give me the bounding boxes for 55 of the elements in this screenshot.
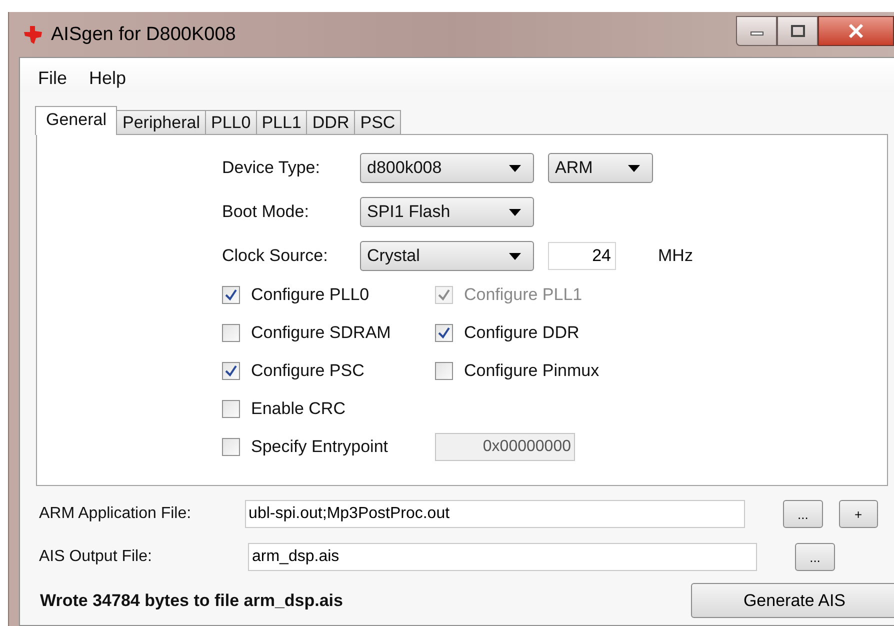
check-icon	[225, 364, 237, 376]
tab[interactable]: PLL0	[204, 110, 257, 134]
button[interactable]: ...	[795, 543, 835, 571]
menu-item[interactable]: Help	[89, 68, 126, 92]
check-icon	[225, 288, 237, 300]
file-path-field[interactable]: ubl-spi.out;Mp3PostProc.out	[244, 500, 746, 528]
dropdown[interactable]: SPI1 Flash	[360, 197, 534, 227]
close-icon	[848, 24, 864, 38]
checkbox[interactable]	[435, 362, 453, 380]
checkbox-label: Enable CRC	[251, 398, 346, 418]
button[interactable]: +	[838, 500, 878, 528]
dropdown[interactable]: Crystal	[360, 241, 534, 271]
checkbox[interactable]	[222, 438, 240, 456]
close-button[interactable]	[818, 16, 894, 46]
checkbox-label: Configure PSC	[251, 360, 364, 380]
caret-icon	[628, 164, 640, 172]
dropdown[interactable]: d800k008	[360, 153, 534, 183]
checkbox[interactable]	[222, 362, 240, 380]
checkbox[interactable]	[435, 324, 453, 342]
menu-item[interactable]: File	[38, 68, 68, 92]
caret-icon	[509, 164, 521, 172]
field-label: Clock Source:	[222, 246, 329, 266]
window-title: AISgen for D800K008	[51, 24, 236, 46]
maximize-icon	[790, 25, 804, 37]
check-icon	[438, 326, 450, 338]
tab[interactable]: PLL1	[256, 110, 308, 134]
field-label: ARM Application File:	[39, 505, 192, 523]
dropdown[interactable]: ARM	[548, 153, 653, 183]
tab[interactable]: PSC	[354, 110, 402, 134]
checkbox[interactable]	[222, 286, 240, 304]
checkbox-label: Specify Entrypoint	[251, 436, 388, 456]
checkbox-label: Configure SDRAM	[251, 322, 391, 342]
tab[interactable]: Peripheral	[116, 110, 206, 134]
checkbox[interactable]	[222, 400, 240, 418]
generate-button[interactable]: Generate AIS	[691, 583, 894, 618]
caret-icon	[509, 252, 521, 260]
unit-label: MHz	[658, 246, 693, 266]
checkbox[interactable]	[222, 324, 240, 342]
button[interactable]: ...	[783, 500, 823, 528]
checkbox-label: Configure DDR	[464, 322, 580, 342]
file-path-field[interactable]: arm_dsp.ais	[248, 543, 757, 571]
checkbox-label: Configure Pinmux	[464, 360, 600, 380]
number-field[interactable]: 24	[548, 242, 616, 270]
checkbox-label: Configure PLL1	[464, 284, 582, 304]
tab[interactable]: DDR	[306, 110, 356, 134]
tab[interactable]: General	[35, 106, 118, 135]
status-message: Wrote 34784 bytes to file arm_dsp.ais	[40, 590, 343, 610]
field-label: AIS Output File:	[39, 548, 153, 566]
maximize-button[interactable]	[777, 16, 818, 46]
check-icon	[438, 288, 450, 300]
caret-icon	[509, 208, 521, 216]
field-label: Boot Mode:	[222, 202, 310, 222]
field-label: Device Type:	[222, 158, 321, 178]
checkbox-label: Configure PLL0	[251, 284, 370, 304]
minimize-button[interactable]	[736, 16, 777, 46]
